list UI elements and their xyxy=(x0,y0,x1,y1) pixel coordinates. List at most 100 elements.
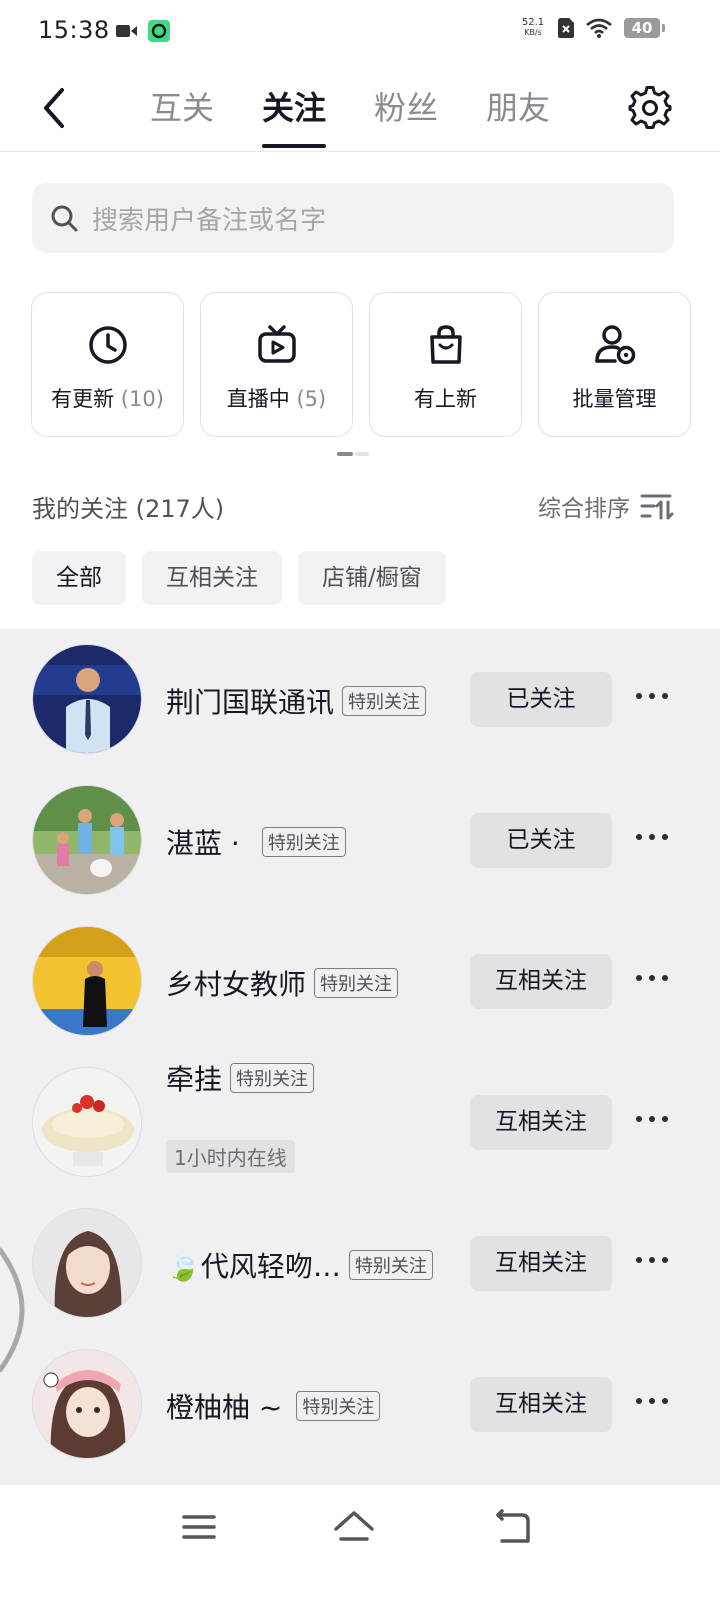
battery-indicator: 40 xyxy=(624,18,665,38)
tab-friends[interactable]: 朋友 xyxy=(486,86,550,146)
app-notification-icon xyxy=(148,20,170,42)
card-title: 直播中 xyxy=(226,387,290,411)
avatar[interactable] xyxy=(32,1349,142,1459)
follow-status-button[interactable]: 互相关注 xyxy=(470,1377,612,1432)
card-title: 有更新 xyxy=(51,387,115,411)
sort-button[interactable]: 综合排序 xyxy=(538,489,674,523)
list-item[interactable]: 🍃代风轻吻… 特别关注 互相关注 xyxy=(0,1193,720,1334)
search-bar[interactable]: 搜索用户备注或名字 xyxy=(32,183,674,253)
list-item[interactable]: 荆门国联通讯 特别关注 已关注 xyxy=(0,629,720,770)
list-item[interactable]: 湛蓝 · 特别关注 已关注 xyxy=(0,770,720,911)
top-nav: 互关 关注 粉丝 朋友 xyxy=(0,66,720,152)
user-name: 湛蓝 · xyxy=(166,827,240,860)
follow-status-button[interactable]: 互相关注 xyxy=(470,1236,612,1291)
user-name: 荆门国联通讯 xyxy=(166,686,335,719)
list-item[interactable]: 橙柚柚 ~ 特别关注 互相关注 xyxy=(0,1334,720,1475)
status-time: 15:38 xyxy=(38,16,110,44)
menu-icon[interactable] xyxy=(178,1507,222,1547)
avatar[interactable] xyxy=(32,644,142,754)
tab-following[interactable]: 关注 xyxy=(262,86,327,148)
following-count-title: 我的关注 (217人) xyxy=(32,495,225,523)
card-label: 批量管理 xyxy=(573,383,657,413)
tv-icon xyxy=(257,325,296,363)
search-input[interactable]: 搜索用户备注或名字 xyxy=(92,200,326,237)
list-item[interactable]: 牵挂 特别关注 1小时内在线 互相关注 xyxy=(0,1052,720,1193)
special-follow-badge: 特别关注 xyxy=(261,827,346,857)
clock-icon xyxy=(88,326,127,364)
list-item[interactable]: 乡村女教师 特别关注 互相关注 xyxy=(0,911,720,1052)
follow-status-button[interactable]: 已关注 xyxy=(470,813,612,868)
avatar[interactable] xyxy=(32,1208,142,1318)
more-options-icon[interactable] xyxy=(636,975,668,981)
card-title: 有上新 xyxy=(414,387,477,411)
status-right: 52.1 KB/s 40 xyxy=(520,18,665,38)
tab-bar: 互关 关注 粉丝 朋友 xyxy=(150,86,550,148)
card-count: (5) xyxy=(296,387,327,411)
back-icon[interactable] xyxy=(490,1507,534,1547)
system-nav-bar xyxy=(0,1485,720,1600)
pager-dot xyxy=(355,452,369,456)
video-camera-icon xyxy=(116,25,137,37)
net-speed-unit: KB/s xyxy=(524,28,542,37)
special-follow-badge: 特别关注 xyxy=(348,1250,433,1280)
online-status: 1小时内在线 xyxy=(166,1140,295,1173)
filter-chips: 全部 互相关注 店铺/橱窗 xyxy=(32,551,446,605)
user-name: 🍃代风轻吻… xyxy=(166,1250,341,1283)
special-follow-badge: 特别关注 xyxy=(296,1391,381,1421)
user-name: 牵挂 xyxy=(166,1063,223,1096)
card-new-products[interactable]: 有上新 xyxy=(369,292,522,437)
user-name: 橙柚柚 ~ xyxy=(166,1391,283,1424)
back-arrow-icon[interactable] xyxy=(36,84,76,132)
bag-icon xyxy=(429,325,462,364)
net-speed-value: 52.1 xyxy=(521,17,545,28)
tab-fans[interactable]: 粉丝 xyxy=(374,86,438,146)
gear-icon[interactable] xyxy=(628,86,672,130)
user-name-row: 牵挂 特别关注 xyxy=(166,1058,315,1098)
special-follow-badge: 特别关注 xyxy=(314,968,399,998)
card-label: 有更新 (10) xyxy=(51,383,164,413)
follow-status-button[interactable]: 互相关注 xyxy=(470,954,612,1009)
sort-label: 综合排序 xyxy=(538,496,630,522)
more-options-icon[interactable] xyxy=(636,693,668,699)
status-left-icons xyxy=(116,20,170,42)
filter-mutual[interactable]: 互相关注 xyxy=(142,551,282,605)
user-name-row: 荆门国联通讯 特别关注 xyxy=(166,681,427,721)
sort-icon xyxy=(640,494,674,520)
home-icon[interactable] xyxy=(332,1507,376,1547)
pager-dot-active xyxy=(337,452,353,456)
follow-status-button[interactable]: 已关注 xyxy=(470,672,612,727)
user-name-row: 乡村女教师 特别关注 xyxy=(166,963,399,1003)
special-follow-badge: 特别关注 xyxy=(230,1063,315,1093)
filter-all[interactable]: 全部 xyxy=(32,551,126,605)
following-list: 荆门国联通讯 特别关注 已关注 湛蓝 · 特别关注 已关注 乡村女教师 特别关注… xyxy=(0,629,720,1485)
tab-mutual[interactable]: 互关 xyxy=(150,86,214,146)
more-options-icon[interactable] xyxy=(636,1116,668,1122)
floating-side-handle[interactable] xyxy=(0,1240,26,1380)
user-name-row: 湛蓝 · 特别关注 xyxy=(166,822,346,862)
card-count: (10) xyxy=(120,387,164,411)
card-has-updates[interactable]: 有更新 (10) xyxy=(31,292,184,437)
status-bar: 15:38 52.1 KB/s 40 xyxy=(0,0,720,66)
quick-filter-cards: 有更新 (10) 直播中 (5) 有上新 批量管理 xyxy=(31,292,691,437)
avatar[interactable] xyxy=(32,1067,142,1177)
card-label: 有上新 xyxy=(414,383,477,413)
user-name-row: 橙柚柚 ~ 特别关注 xyxy=(166,1386,381,1426)
card-title: 批量管理 xyxy=(572,387,657,411)
card-live-now[interactable]: 直播中 (5) xyxy=(200,292,353,437)
net-speed: 52.1 KB/s xyxy=(520,18,546,38)
more-options-icon[interactable] xyxy=(636,1398,668,1404)
avatar[interactable] xyxy=(32,785,142,895)
special-follow-badge: 特别关注 xyxy=(342,686,427,716)
more-options-icon[interactable] xyxy=(636,1257,668,1263)
follow-status-button[interactable]: 互相关注 xyxy=(470,1095,612,1150)
more-options-icon[interactable] xyxy=(636,834,668,840)
user-settings-icon xyxy=(594,325,635,365)
card-batch-manage[interactable]: 批量管理 xyxy=(538,292,691,437)
user-name-row: 🍃代风轻吻… 特别关注 xyxy=(166,1245,433,1285)
search-icon xyxy=(51,205,78,232)
filter-shops[interactable]: 店铺/橱窗 xyxy=(298,551,446,605)
card-label: 直播中 (5) xyxy=(227,383,326,413)
avatar[interactable] xyxy=(32,926,142,1036)
user-name: 乡村女教师 xyxy=(166,968,307,1001)
card-pager xyxy=(337,452,369,456)
